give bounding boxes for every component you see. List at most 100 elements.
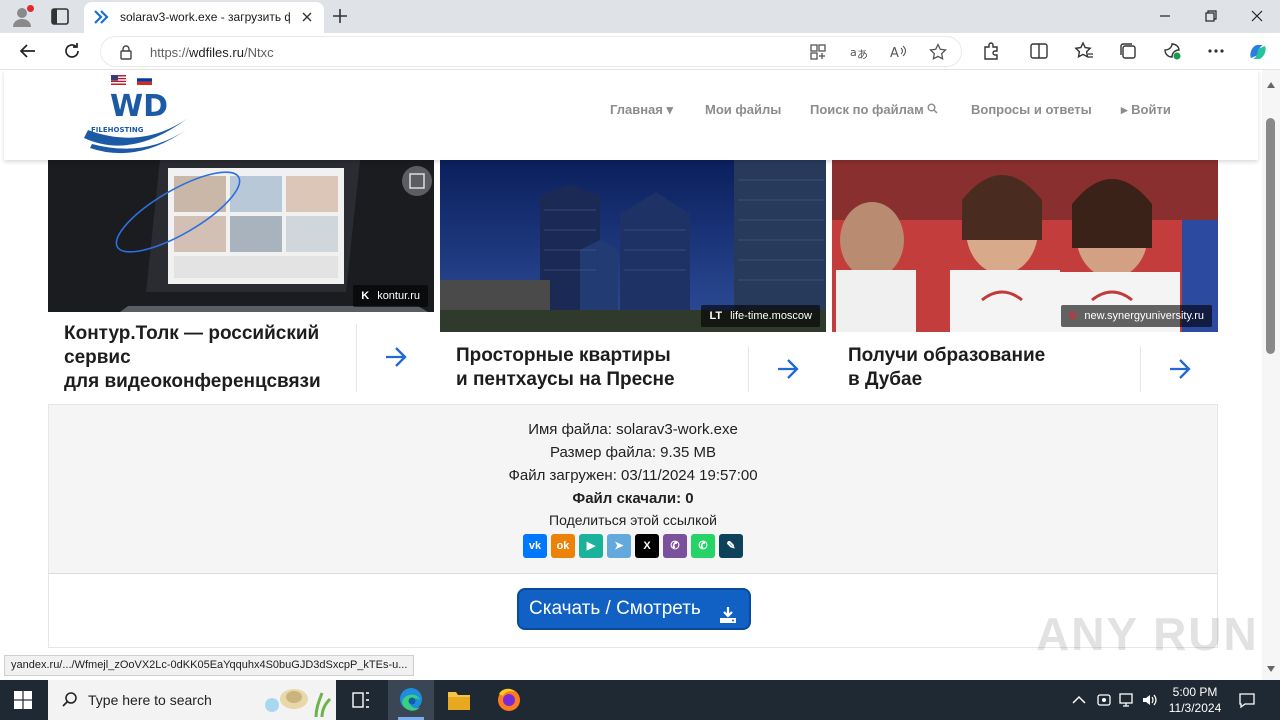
search-icon <box>61 691 79 709</box>
anyrun-watermark: ANY RUN <box>1036 608 1259 660</box>
new-tab-icon[interactable] <box>331 7 349 25</box>
ad-headline-line: Получи образование <box>848 345 1046 366</box>
viber-share-icon[interactable]: ✆ <box>663 534 687 558</box>
profile-avatar-icon[interactable] <box>11 5 34 28</box>
volume-icon[interactable] <box>1141 691 1159 709</box>
ad-headline-line: Просторные квартиры <box>456 345 671 366</box>
task-view-icon[interactable] <box>338 680 384 720</box>
read-aloud-icon[interactable]: A <box>889 43 907 61</box>
ad-card-lifetime[interactable]: LT life-time.moscow Просторные квартиры и… <box>440 160 826 400</box>
url-text[interactable]: https://wdfiles.ru/Ntxc <box>150 45 274 60</box>
split-screen-icon[interactable] <box>1029 41 1049 61</box>
nav-search-files[interactable]: Поиск по файлам <box>810 102 938 117</box>
site-header: WD FILEHOSTING Главная ▾ Мои файлы Поиск… <box>4 70 1258 160</box>
browser-essentials-icon[interactable] <box>1162 41 1182 61</box>
ad-block: Kkontur.ru Контур.Толк — российский серв… <box>48 160 1218 400</box>
svg-text:あ: あ <box>857 48 867 61</box>
firefox-icon[interactable] <box>486 680 532 720</box>
nav-my-files[interactable]: Мои файлы <box>705 102 781 117</box>
ad-headline-line: и пентхаусы на Пресне <box>456 369 675 390</box>
ad-domain: new.synergyuniversity.ru <box>1084 310 1204 322</box>
divider <box>356 324 357 392</box>
nav-login[interactable]: ▸ Войти <box>1121 102 1171 118</box>
nav-my-files-label: Мои файлы <box>705 102 782 117</box>
copilot-icon[interactable] <box>1247 41 1267 61</box>
favorites-icon[interactable] <box>1074 41 1094 61</box>
nav-faq-label: Вопросы и ответы <box>971 102 1092 117</box>
minimize-icon[interactable] <box>1157 8 1173 24</box>
arrow-right-icon[interactable] <box>384 346 408 368</box>
telegram-share-icon[interactable]: ➤ <box>607 534 631 558</box>
address-bar[interactable]: https://wdfiles.ru/Ntxc aあ A <box>100 36 962 67</box>
meet-now-icon[interactable] <box>1096 691 1114 709</box>
ad-headline-line: сервис <box>64 347 131 368</box>
arrow-right-icon[interactable] <box>776 358 800 380</box>
web-page: WD FILEHOSTING Главная ▾ Мои файлы Поиск… <box>0 70 1262 680</box>
url-domain: wdfiles.ru <box>189 45 244 60</box>
network-icon[interactable] <box>1118 691 1136 709</box>
scrollbar-thumb[interactable] <box>1266 118 1275 354</box>
divider <box>748 346 749 392</box>
svg-text:a: a <box>850 46 857 59</box>
whatsapp-share-icon[interactable]: ✆ <box>691 534 715 558</box>
clock-time: 5:00 PM <box>1172 685 1218 699</box>
vk-share-icon[interactable]: vk <box>523 534 547 558</box>
ad-card-synergy[interactable]: Snew.synergyuniversity.ru Получи образов… <box>832 160 1218 400</box>
download-button[interactable]: Скачать / Смотреть <box>517 588 751 630</box>
scroll-down-icon[interactable] <box>1266 660 1276 672</box>
ad-headline: Контур.Толк — российский сервис для виде… <box>64 322 344 394</box>
windows-taskbar: Type here to search 5:00 PM 11/3/2024 <box>0 680 1280 720</box>
ad-domain-tag: Kkontur.ru <box>353 285 428 307</box>
nav-home[interactable]: Главная ▾ <box>610 102 673 118</box>
active-tab[interactable]: solarav3-work.exe - загрузить ф <box>84 2 324 33</box>
clock-date: 11/3/2024 <box>1168 701 1222 715</box>
more-options-icon[interactable] <box>1206 41 1226 61</box>
link-status-bar: yandex.ru/.../Wfmejl_zOoVX2Lc-0dKK05EaYq… <box>4 655 415 676</box>
wd-filehosting-logo[interactable]: WD FILEHOSTING <box>82 78 192 158</box>
search-icon <box>924 102 938 117</box>
scroll-up-icon[interactable] <box>1266 76 1276 88</box>
synergy-logo-icon: S <box>1069 310 1077 322</box>
windows-start-icon[interactable] <box>14 691 32 709</box>
ad-headline: Получи образование в Дубае <box>848 344 1128 392</box>
browser-tab-bar: solarav3-work.exe - загрузить ф <box>0 0 1280 33</box>
ad-domain-tag: LT life-time.moscow <box>701 305 820 327</box>
refresh-icon[interactable] <box>62 41 82 61</box>
collections-icon[interactable] <box>1118 41 1138 61</box>
x-share-icon[interactable]: X <box>635 534 659 558</box>
tab-actions-icon[interactable] <box>51 8 69 25</box>
url-path: /Ntxc <box>243 45 274 60</box>
download-button-label: Скачать / Смотреть <box>529 598 701 619</box>
odnoklassniki-share-icon[interactable]: ok <box>551 534 575 558</box>
system-clock[interactable]: 5:00 PM 11/3/2024 <box>1162 684 1228 716</box>
file-info-panel: Имя файла: solarav3-work.exe Размер файл… <box>48 404 1218 574</box>
close-window-icon[interactable] <box>1249 8 1265 24</box>
file-size: Размер файла: 9.35 MB <box>549 444 717 461</box>
app-available-icon[interactable] <box>809 43 827 61</box>
nav-faq[interactable]: Вопросы и ответы <box>971 102 1092 117</box>
page-scrollbar[interactable] <box>1262 70 1280 680</box>
close-tab-icon[interactable] <box>299 9 315 25</box>
lock-icon[interactable] <box>119 44 133 60</box>
restore-icon[interactable] <box>1203 8 1219 24</box>
nav-login-label: Войти <box>1131 102 1171 117</box>
livejournal-share-icon[interactable]: ✎ <box>719 534 743 558</box>
notifications-icon[interactable] <box>1238 691 1256 709</box>
edge-taskbar-icon[interactable] <box>388 680 434 720</box>
nav-search-label: Поиск по файлам <box>810 102 924 117</box>
logo-text: WD <box>110 89 168 124</box>
yandex-messenger-share-icon[interactable]: ▶ <box>579 534 603 558</box>
taskbar-search-box[interactable]: Type here to search <box>48 680 336 720</box>
file-explorer-icon[interactable] <box>436 680 482 720</box>
show-hidden-icons-icon[interactable] <box>1070 691 1088 709</box>
tab-title: solarav3-work.exe - загрузить ф <box>120 10 290 24</box>
browser-toolbar: https://wdfiles.ru/Ntxc aあ A <box>0 33 1280 70</box>
translate-icon[interactable]: aあ <box>849 43 868 61</box>
search-highlight-illustration-icon <box>258 683 332 718</box>
anyrun-favicon-icon <box>93 9 109 25</box>
extensions-icon[interactable] <box>981 41 1001 61</box>
back-arrow-icon[interactable] <box>18 41 38 61</box>
arrow-right-icon[interactable] <box>1168 358 1192 380</box>
favorite-star-icon[interactable] <box>929 42 947 61</box>
ad-card-kontur[interactable]: Kkontur.ru Контур.Толк — российский серв… <box>48 160 434 400</box>
